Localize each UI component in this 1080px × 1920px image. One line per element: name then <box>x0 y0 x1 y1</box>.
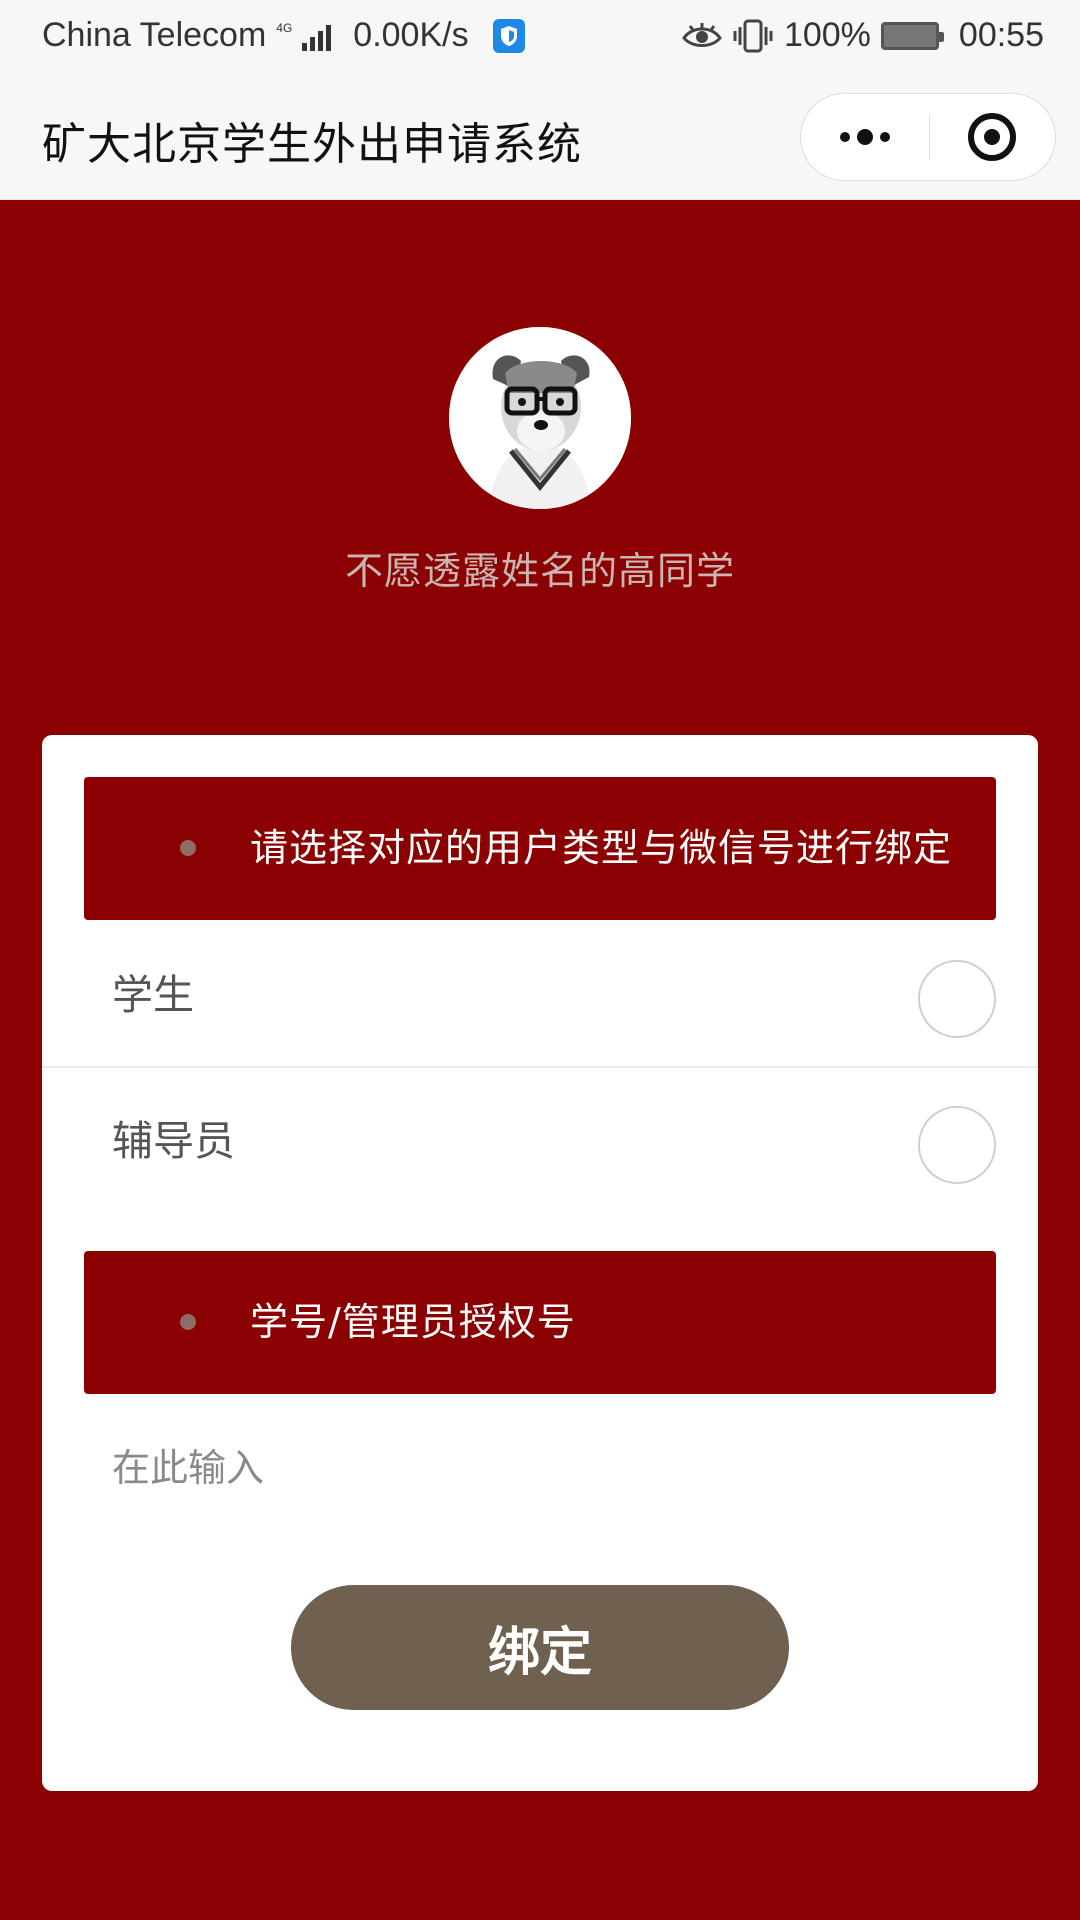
battery-icon <box>880 21 944 50</box>
close-button[interactable] <box>928 94 1055 180</box>
vibrate-icon <box>732 19 774 53</box>
user-name: 不愿透露姓名的高同学 <box>344 549 735 593</box>
bullet-icon <box>180 840 196 856</box>
bind-button[interactable]: 绑定 <box>291 1585 789 1710</box>
miniprogram-capsule <box>800 93 1056 181</box>
eye-icon <box>682 22 722 50</box>
option-student[interactable]: 学生 <box>42 923 1038 1068</box>
option-label: 辅导员 <box>112 1117 235 1165</box>
id-input[interactable] <box>112 1413 972 1523</box>
id-header-label: 学号/管理员授权号 <box>250 1300 576 1344</box>
clock: 00:55 <box>958 16 1044 54</box>
status-left: China Telecom 4G 0.00K/s <box>42 16 525 55</box>
shield-icon <box>492 18 525 53</box>
more-button[interactable] <box>801 94 928 180</box>
carrier-name: China Telecom <box>42 16 267 54</box>
network-type: 4G <box>276 20 293 35</box>
id-header: 学号/管理员授权号 <box>84 1251 996 1394</box>
target-icon <box>967 113 1016 161</box>
option-label: 学生 <box>112 971 194 1019</box>
signal-icon <box>302 21 332 51</box>
status-bar: China Telecom 4G 0.00K/s 100% 00:55 <box>0 0 1080 76</box>
radio-button[interactable] <box>918 960 996 1038</box>
status-right: 100% 00:55 <box>682 16 1044 55</box>
bullet-icon <box>180 1314 196 1330</box>
radio-button[interactable] <box>918 1106 996 1184</box>
binding-card: 请选择对应的用户类型与微信号进行绑定 学生 辅导员 学号/管理员授权号 绑定 <box>42 735 1038 1791</box>
network-speed: 0.00K/s <box>353 16 469 54</box>
avatar <box>449 327 631 509</box>
dog-with-glasses-avatar <box>449 327 631 509</box>
user-type-header: 请选择对应的用户类型与微信号进行绑定 <box>84 777 996 920</box>
more-icon <box>839 132 850 142</box>
battery-level: 100% <box>783 16 871 54</box>
page-title: 矿大北京学生外出申请系统 <box>42 119 582 170</box>
option-counselor[interactable]: 辅导员 <box>42 1069 1038 1214</box>
user-type-header-label: 请选择对应的用户类型与微信号进行绑定 <box>250 826 953 870</box>
navigation-bar: 矿大北京学生外出申请系统 <box>0 76 1080 200</box>
